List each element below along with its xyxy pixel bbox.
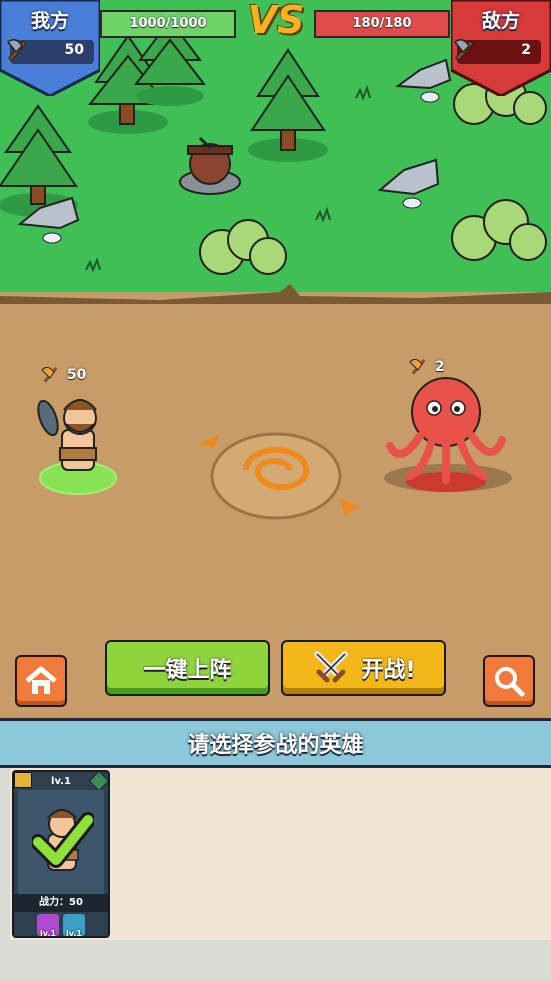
my-hp-text: 1000/1000	[129, 16, 207, 31]
my-unit-power-value: 50	[66, 367, 87, 383]
my-side-label: 我方	[30, 10, 69, 32]
rock	[377, 158, 440, 209]
rock	[395, 58, 452, 103]
selected-check-icon	[32, 812, 94, 868]
pine-tree	[248, 48, 328, 162]
octopus-enemy	[384, 377, 512, 492]
start-battle-button[interactable]: 开战!	[281, 640, 446, 696]
enemy-side-banner: 敌方 2	[451, 0, 551, 96]
skill-slot: lv.1	[37, 914, 59, 936]
hero-skills: lv.1 lv.1	[14, 914, 108, 936]
my-power-box: 50	[6, 39, 94, 64]
enemy-unit-power-value: 2	[434, 359, 445, 375]
auto-deploy-button[interactable]: 一键上阵	[105, 640, 270, 696]
battle-scene: 我方 50 1000/1000 VS 180/180 敌方 2 50 2 一键上…	[0, 0, 551, 718]
hero-card[interactable]: lv.1 战力：50 lv.1 lv.1	[12, 770, 110, 938]
caveman-hero	[37, 399, 117, 495]
enemy-power-value: 2	[521, 42, 531, 58]
enemy-side-label: 敌方	[481, 10, 520, 32]
hero-level: lv.1	[51, 776, 71, 787]
enemy-unit-power: 2	[408, 356, 445, 378]
search-button[interactable]	[483, 655, 535, 707]
search-icon	[495, 667, 525, 697]
bush	[451, 199, 547, 261]
auto-deploy-label: 一键上阵	[143, 658, 232, 683]
cauldron	[179, 136, 241, 195]
enemy-hp-bar: 180/180	[314, 10, 450, 38]
hero-select-title: 请选择参战的英雄	[187, 733, 364, 758]
enemy-power-box: 2	[453, 39, 541, 64]
axe-icon	[453, 39, 474, 62]
start-battle-label: 开战!	[361, 658, 416, 683]
hero-power: 战力：50	[14, 894, 108, 912]
home-icon	[25, 666, 57, 694]
axe-icon	[6, 39, 27, 62]
enemy-hp-text: 180/180	[352, 16, 412, 31]
my-power-value: 50	[64, 42, 84, 58]
crossed-swords-icon	[314, 651, 349, 683]
home-button[interactable]	[15, 655, 67, 707]
skill-slot: lv.1	[63, 914, 85, 936]
axe-icon	[41, 366, 58, 383]
hero-select-header: 请选择参战的英雄	[0, 718, 551, 768]
vs-label: VS	[247, 0, 305, 42]
skill-level: lv.1	[40, 929, 56, 938]
summon-circle	[198, 432, 360, 520]
skill-level: lv.1	[66, 929, 82, 938]
axe-icon	[409, 358, 426, 375]
bush	[199, 219, 287, 275]
my-side-banner: 我方 50	[0, 0, 100, 96]
scenery	[0, 18, 551, 520]
my-unit-power: 50	[40, 364, 86, 386]
my-hp-bar: 1000/1000	[100, 10, 236, 38]
